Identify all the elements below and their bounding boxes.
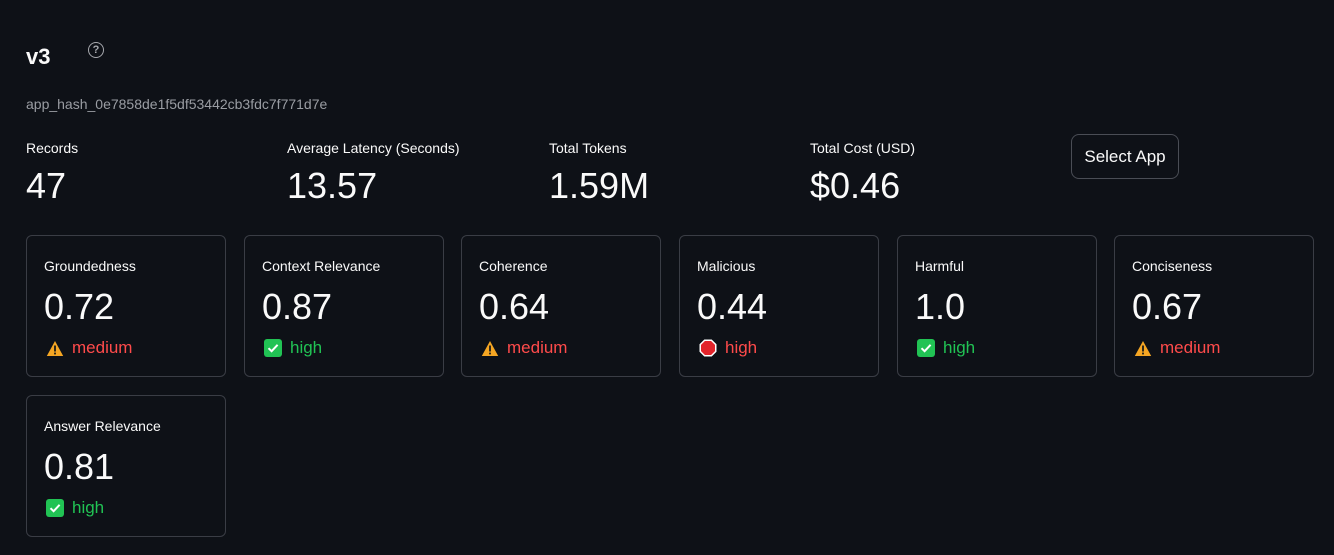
- warning-icon: [46, 340, 64, 357]
- stat-value: 1.59M: [549, 165, 650, 206]
- metric-card-groundedness: Groundedness 0.72 medium: [26, 235, 226, 377]
- metric-value: 0.67: [1132, 286, 1203, 327]
- metric-value: 1.0: [915, 286, 966, 327]
- metric-value: 0.72: [44, 286, 115, 327]
- stat-label: Records: [26, 140, 79, 156]
- metric-card-harmful: Harmful 1.0 high: [897, 235, 1097, 377]
- metric-status: high: [264, 338, 322, 358]
- metric-status-label: high: [943, 338, 976, 357]
- warning-icon: [481, 340, 499, 357]
- warning-icon: [1134, 340, 1152, 357]
- metric-label: Conciseness: [1132, 258, 1213, 274]
- metric-status-label: medium: [72, 338, 133, 357]
- metric-value: 0.64: [479, 286, 550, 327]
- metric-value: 0.87: [262, 286, 333, 327]
- stop-icon: [699, 339, 717, 357]
- stat-label: Average Latency (Seconds): [287, 140, 460, 156]
- help-icon[interactable]: ?: [88, 42, 104, 58]
- metric-value: 0.81: [44, 446, 115, 487]
- stat-average-latency: Average Latency (Seconds) 13.57: [287, 140, 460, 206]
- stat-label: Total Tokens: [549, 140, 627, 156]
- stat-label: Total Cost (USD): [810, 140, 916, 156]
- stat-value: 47: [26, 165, 67, 206]
- metric-label: Context Relevance: [262, 258, 381, 274]
- metric-status: medium: [46, 338, 132, 358]
- metric-status-label: medium: [507, 338, 568, 357]
- metric-status: medium: [481, 338, 567, 358]
- metric-status: high: [917, 338, 975, 358]
- metric-card-conciseness: Conciseness 0.67 medium: [1114, 235, 1314, 377]
- metric-status-label: high: [290, 338, 323, 357]
- check-icon: [917, 339, 935, 357]
- app-hash: app_hash_0e7858de1f5df53442cb3fdc7f771d7…: [26, 96, 328, 112]
- metric-card-coherence: Coherence 0.64 medium: [461, 235, 661, 377]
- metric-card-malicious: Malicious 0.44 high: [679, 235, 879, 377]
- app-title: v3: [26, 44, 51, 69]
- stat-value: 13.57: [287, 165, 378, 206]
- metric-label: Coherence: [479, 258, 548, 274]
- metric-status: high: [699, 338, 757, 358]
- metric-label: Harmful: [915, 258, 965, 274]
- metric-status: medium: [1134, 338, 1220, 358]
- metric-card-answer-relevance: Answer Relevance 0.81 high: [26, 395, 226, 537]
- stat-total-tokens: Total Tokens 1.59M: [549, 140, 649, 206]
- check-icon: [264, 339, 282, 357]
- metric-status-label: medium: [1160, 338, 1221, 357]
- select-app-button[interactable]: Select App: [1071, 134, 1179, 179]
- metric-label: Answer Relevance: [44, 418, 161, 434]
- stat-records: Records 47: [26, 140, 78, 206]
- metric-value: 0.44: [697, 286, 768, 327]
- metric-status: high: [46, 498, 104, 518]
- check-icon: [46, 499, 64, 517]
- metric-label: Malicious: [697, 258, 756, 274]
- stat-value: $0.46: [810, 165, 901, 206]
- stat-total-cost: Total Cost (USD) $0.46: [810, 140, 915, 206]
- metric-card-context-relevance: Context Relevance 0.87 high: [244, 235, 444, 377]
- metric-status-label: high: [72, 498, 105, 517]
- leaderboard-page: v3 ? app_hash_0e7858de1f5df53442cb3fdc7f…: [0, 0, 1334, 555]
- metric-label: Groundedness: [44, 258, 136, 274]
- metric-status-label: high: [725, 338, 758, 357]
